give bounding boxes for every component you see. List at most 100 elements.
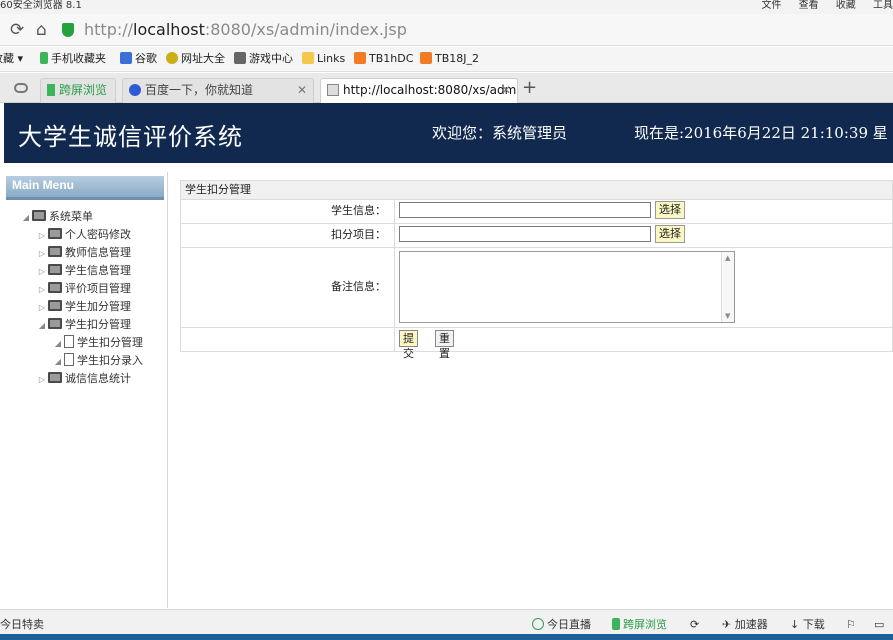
url-scheme: http:// <box>84 20 134 39</box>
status-refresh[interactable]: ⟳ <box>690 618 699 632</box>
download-icon: ↓ <box>790 618 800 631</box>
sidebar-item-deduction-entry[interactable]: ◢ 学生扣分录入 <box>52 352 143 370</box>
menu-favorites[interactable]: 收藏 <box>836 0 856 11</box>
reset-button[interactable]: 重置 <box>435 330 454 360</box>
status-more[interactable]: ▭ <box>874 618 884 632</box>
collapsed-arrow-icon[interactable]: ▷ <box>36 263 48 281</box>
url-host: localhost <box>133 20 205 39</box>
tab-baidu[interactable]: 百度一下，你就知道 ✕ <box>122 78 314 103</box>
home-icon[interactable]: ⌂ <box>36 20 47 40</box>
bookmark-mobile[interactable]: 手机收藏夹 <box>40 52 106 66</box>
address-bar: ⟳ ⌂ http://localhost:8080/xs/admin/index… <box>0 14 893 46</box>
student-label: 学生信息： <box>181 200 395 223</box>
status-flag[interactable]: ⚐ <box>846 618 856 632</box>
browser-top-menu: 文件 查看 收藏 工具 <box>747 0 893 12</box>
baidu-paw-icon <box>129 84 141 96</box>
bookmark-favorites[interactable]: 收藏 ▾ <box>0 52 23 66</box>
window-icon: ▭ <box>874 618 885 631</box>
sidebar-item-password[interactable]: ▷ 个人密码修改 <box>36 226 131 244</box>
status-today-deals[interactable]: 今日特卖 <box>0 618 44 632</box>
url-path: :8080/xs/admin/index.jsp <box>204 20 407 39</box>
system-title: 大学生诚信评价系统 <box>18 123 243 151</box>
folder-icon <box>48 264 62 275</box>
tab-localhost[interactable]: http://localhost:8080/xs/adm ✕ <box>320 78 518 104</box>
submit-button[interactable]: 提交 <box>399 330 418 360</box>
sidebar-item-students[interactable]: ▷ 学生信息管理 <box>36 262 131 280</box>
action-row: 提交 重置 <box>180 328 893 360</box>
security-shield-icon <box>62 23 74 37</box>
bookmark-tb2[interactable]: TB18J_2 <box>420 52 479 66</box>
cloud-icon[interactable] <box>14 83 28 93</box>
url-field[interactable]: http://localhost:8080/xs/admin/index.jsp <box>84 19 407 41</box>
rocket-icon: ✈ <box>722 618 732 631</box>
status-download[interactable]: ↓ 下载 <box>790 618 825 632</box>
leaf-arrow-icon: ◢ <box>54 357 62 366</box>
globe-icon <box>166 52 178 64</box>
bookmark-tb1[interactable]: TB1hDC <box>354 52 413 66</box>
collapsed-arrow-icon[interactable]: ▷ <box>36 245 48 263</box>
status-accelerator[interactable]: ✈ 加速器 <box>722 618 768 632</box>
deduct-item-input[interactable] <box>399 226 651 242</box>
action-label-cell <box>181 328 395 351</box>
sidebar-item-eval-items[interactable]: ▷ 评价项目管理 <box>36 280 131 298</box>
collapsed-arrow-icon[interactable]: ▷ <box>36 281 48 299</box>
browser-title-bar: 60安全浏览器 8.1 文件 查看 收藏 工具 <box>0 0 893 14</box>
collapsed-arrow-icon[interactable]: ▷ <box>36 299 48 317</box>
memo-scrollbar[interactable]: ▲ ▼ <box>721 252 734 322</box>
main-menu-header: Main Menu <box>6 176 164 200</box>
expanded-arrow-icon[interactable]: ◢ <box>36 317 48 335</box>
student-select-button[interactable]: 选择 <box>655 201 685 219</box>
collapsed-arrow-icon[interactable]: ▷ <box>36 371 48 389</box>
student-input[interactable] <box>399 202 651 218</box>
folder-icon <box>48 246 62 257</box>
folder-icon <box>48 282 62 293</box>
bookmark-google[interactable]: 谷歌 <box>120 52 157 66</box>
deduct-label: 扣分项目： <box>181 224 395 247</box>
taobao-icon <box>354 52 366 64</box>
bookmark-games[interactable]: 游戏中心 <box>234 52 293 66</box>
menu-file[interactable]: 文件 <box>761 0 781 11</box>
folder-icon <box>48 372 62 383</box>
sidebar-item-deduction-manage[interactable]: ◢ 学生扣分管理 <box>52 334 143 352</box>
memo-label: 备注信息： <box>181 248 395 327</box>
phone-icon <box>612 618 620 630</box>
memo-textarea[interactable]: ▲ ▼ <box>399 251 735 323</box>
tree-root[interactable]: ◢ 系统菜单 <box>20 208 93 226</box>
gamepad-icon <box>234 52 246 64</box>
current-time: 现在是:2016年6月22日 21:10:39 星 <box>634 124 888 142</box>
sidebar-item-teachers[interactable]: ▷ 教师信息管理 <box>36 244 131 262</box>
google-icon <box>120 52 132 64</box>
sidebar: Main Menu ◢ 系统菜单 ▷ 个人密码修改 ▷ 教师信息管理 ▷ 学生信息管理 … <box>4 172 168 608</box>
bookmark-links[interactable]: Links <box>302 52 345 66</box>
refresh-icon: ⟳ <box>690 618 700 631</box>
page-title: 学生扣分管理 <box>180 180 893 200</box>
close-icon[interactable]: ✕ <box>297 79 307 101</box>
header-banner: 大学生诚信评价系统 欢迎您：系统管理员 现在是:2016年6月22日 21:10… <box>4 103 893 163</box>
scroll-up-icon[interactable]: ▲ <box>725 254 730 262</box>
menu-tools[interactable]: 工具 <box>873 0 893 11</box>
status-live[interactable]: 今日直播 <box>532 618 591 632</box>
deduct-select-button[interactable]: 选择 <box>655 225 685 243</box>
new-tab-icon[interactable]: + <box>522 77 537 98</box>
close-icon[interactable]: ✕ <box>501 79 511 101</box>
folder-icon <box>32 210 46 221</box>
play-icon <box>532 618 544 630</box>
sidebar-item-deduction[interactable]: ◢ 学生扣分管理 <box>36 316 131 334</box>
tab-cross-screen[interactable]: 跨屏浏览 <box>40 78 116 103</box>
phone-icon <box>40 52 48 64</box>
menu-view[interactable]: 查看 <box>799 0 819 11</box>
page-icon <box>64 353 74 366</box>
refresh-icon[interactable]: ⟳ <box>10 20 24 40</box>
page-icon <box>64 335 74 348</box>
scroll-down-icon[interactable]: ▼ <box>725 312 730 320</box>
bookmark-sites[interactable]: 网址大全 <box>166 52 225 66</box>
student-row: 学生信息： 选择 <box>180 200 893 224</box>
sidebar-item-bonus[interactable]: ▷ 学生加分管理 <box>36 298 131 316</box>
deduct-row: 扣分项目： 选择 <box>180 224 893 248</box>
sidebar-item-statistics[interactable]: ▷ 诚信信息统计 <box>36 370 131 388</box>
collapsed-arrow-icon[interactable]: ▷ <box>36 227 48 245</box>
status-cross-screen[interactable]: 跨屏浏览 <box>612 618 667 632</box>
phone-icon <box>47 84 55 96</box>
folder-icon <box>48 228 62 239</box>
expanded-arrow-icon[interactable]: ◢ <box>20 209 32 227</box>
